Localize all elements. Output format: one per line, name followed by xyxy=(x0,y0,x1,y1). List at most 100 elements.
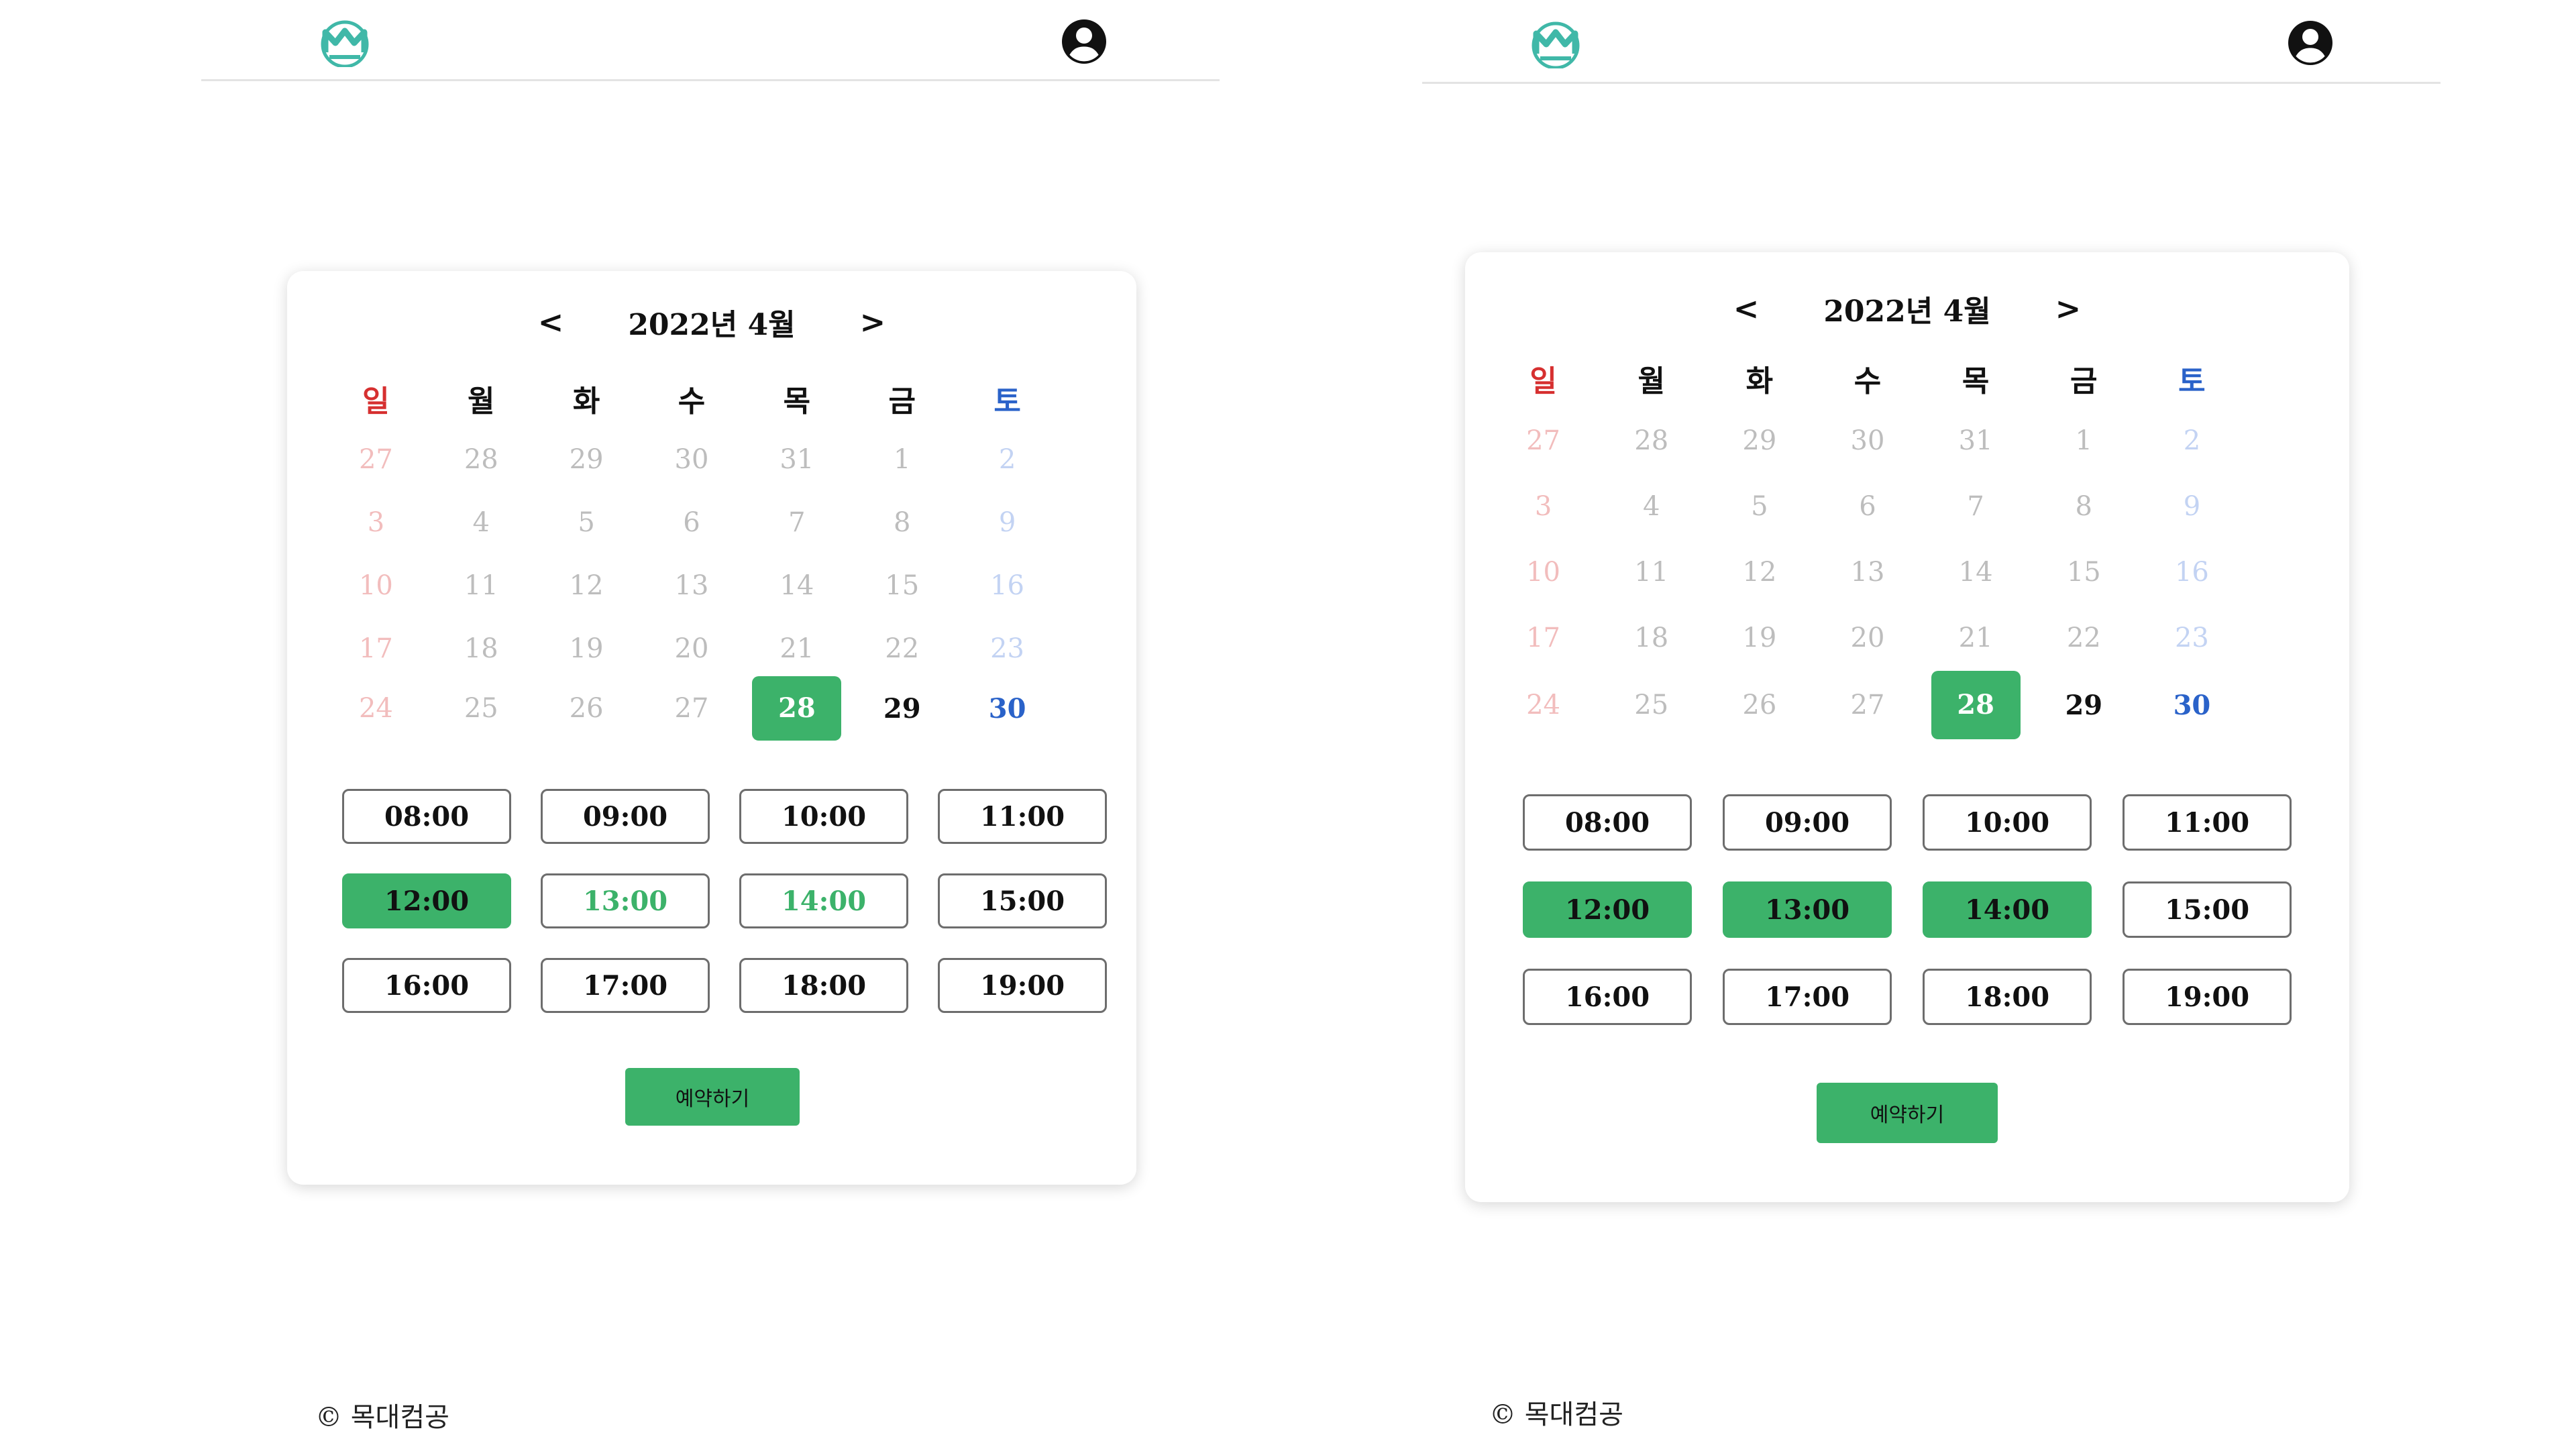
time-slot-button[interactable]: 10:00 xyxy=(1923,794,2092,851)
calendar-day: 25 xyxy=(1634,690,1669,720)
booking-screen-right: < 2022년 4월 > 일 월 화 수 목 금 토 27 28 29 30 3… xyxy=(1288,0,2576,1449)
time-slot-button[interactable]: 17:00 xyxy=(541,958,710,1013)
weekday-tue: 화 xyxy=(1746,364,1774,398)
time-slot-button[interactable]: 13:00 xyxy=(541,873,710,928)
calendar-day-available[interactable]: 29 xyxy=(849,693,955,724)
university-logo xyxy=(321,20,369,67)
calendar-day: 1 xyxy=(893,444,911,475)
calendar-week: 24 25 26 27 28 29 30 xyxy=(1489,671,2246,739)
calendar-day: 7 xyxy=(788,507,806,538)
weekday-fri: 금 xyxy=(888,384,916,419)
calendar-day: 21 xyxy=(780,633,814,664)
calendar-day: 18 xyxy=(1634,623,1669,653)
calendar-day-available[interactable]: 29 xyxy=(2030,690,2138,721)
calendar-day: 29 xyxy=(1742,425,1777,456)
calendar-day: 8 xyxy=(893,507,911,538)
calendar-day-available[interactable]: 30 xyxy=(955,693,1060,724)
weekday-fri: 금 xyxy=(2070,364,2098,398)
time-slot-button-selected[interactable]: 14:00 xyxy=(1923,881,2092,938)
calendar-week: 27 28 29 30 31 1 2 xyxy=(1489,425,2246,466)
next-month-button[interactable]: > xyxy=(843,304,904,340)
weekday-mon: 월 xyxy=(468,384,495,419)
calendar-day: 20 xyxy=(1850,623,1885,653)
reserve-button[interactable]: 예약하기 xyxy=(625,1068,800,1126)
calendar-day: 17 xyxy=(358,633,393,664)
time-slot-button-selected[interactable]: 13:00 xyxy=(1723,881,1892,938)
calendar-day: 4 xyxy=(1642,491,1660,522)
time-slot-button[interactable]: 19:00 xyxy=(938,958,1107,1013)
next-month-button[interactable]: > xyxy=(2038,290,2099,327)
calendar-week: 10 11 12 13 14 15 16 xyxy=(1489,557,2246,597)
header xyxy=(1422,0,2440,84)
user-account-icon[interactable] xyxy=(2286,19,2334,67)
calendar-day: 22 xyxy=(885,633,920,664)
month-navigation: < 2022년 4월 > xyxy=(1465,287,2349,330)
weekday-tue: 화 xyxy=(572,384,600,419)
calendar-week: 17 18 19 20 21 22 23 xyxy=(323,633,1060,674)
calendar-day: 11 xyxy=(1634,557,1669,588)
calendar-day: 19 xyxy=(1742,623,1777,653)
time-slot-button[interactable]: 16:00 xyxy=(342,958,511,1013)
calendar-day: 22 xyxy=(2066,623,2101,653)
weekday-header: 일 월 화 수 목 금 토 xyxy=(1489,357,2246,400)
time-slot-button[interactable]: 17:00 xyxy=(1723,969,1892,1025)
calendar-day: 10 xyxy=(358,570,393,601)
reserve-button[interactable]: 예약하기 xyxy=(1817,1083,1998,1143)
time-slot-button[interactable]: 14:00 xyxy=(739,873,908,928)
time-slot-button[interactable]: 19:00 xyxy=(2123,969,2292,1025)
header xyxy=(201,0,1220,81)
calendar-day: 27 xyxy=(1526,425,1561,456)
user-account-icon[interactable] xyxy=(1060,17,1108,66)
calendar-day: 23 xyxy=(990,633,1025,664)
calendar-day: 2 xyxy=(2183,425,2201,456)
calendar-week: 17 18 19 20 21 22 23 xyxy=(1489,623,2246,663)
calendar-day: 5 xyxy=(1751,491,1768,522)
calendar-day: 3 xyxy=(367,507,385,538)
weekday-thu: 목 xyxy=(783,384,811,419)
calendar-day-selected[interactable]: 28 xyxy=(752,676,842,741)
calendar-day: 24 xyxy=(1526,690,1561,720)
prev-month-button[interactable]: < xyxy=(1716,290,1777,327)
footer-copyright: © 목대컴공 xyxy=(1489,1399,1623,1430)
calendar-day: 21 xyxy=(1958,623,1993,653)
calendar-day: 9 xyxy=(998,507,1016,538)
calendar-day: 16 xyxy=(2174,557,2209,588)
calendar-day: 15 xyxy=(2066,557,2101,588)
time-slot-button[interactable]: 08:00 xyxy=(1523,794,1692,851)
weekday-wed: 수 xyxy=(678,384,706,419)
calendar-day: 8 xyxy=(2075,491,2092,522)
weekday-sun: 일 xyxy=(362,384,390,419)
time-slot-button[interactable]: 18:00 xyxy=(1923,969,2092,1025)
time-slot-button[interactable]: 09:00 xyxy=(541,789,710,844)
time-slot-button[interactable]: 15:00 xyxy=(938,873,1107,928)
calendar-day: 3 xyxy=(1534,491,1552,522)
calendar-week: 10 11 12 13 14 15 16 xyxy=(323,570,1060,610)
time-slot-button-selected[interactable]: 12:00 xyxy=(342,873,511,928)
time-slot-button[interactable]: 08:00 xyxy=(342,789,511,844)
calendar-day: 24 xyxy=(358,693,393,724)
calendar-day-selected[interactable]: 28 xyxy=(1931,671,2021,739)
time-slot-button[interactable]: 11:00 xyxy=(2123,794,2292,851)
calendar-day: 6 xyxy=(1859,491,1876,522)
calendar-title: 2022년 4월 xyxy=(1823,294,1991,329)
calendar-day: 13 xyxy=(1850,557,1885,588)
weekday-sun: 일 xyxy=(1529,364,1557,398)
calendar-day: 14 xyxy=(1958,557,1993,588)
weekday-sat: 토 xyxy=(2178,364,2206,398)
time-slot-button[interactable]: 09:00 xyxy=(1723,794,1892,851)
calendar-day-available[interactable]: 30 xyxy=(2138,690,2246,721)
calendar-day: 10 xyxy=(1526,557,1561,588)
time-slot-button[interactable]: 16:00 xyxy=(1523,969,1692,1025)
calendar-day: 17 xyxy=(1526,623,1561,653)
time-slot-button[interactable]: 10:00 xyxy=(739,789,908,844)
calendar-day: 7 xyxy=(1967,491,1984,522)
booking-screen-left: < 2022년 4월 > 일 월 화 수 목 금 토 27 28 29 30 3… xyxy=(0,0,1288,1449)
time-slot-button[interactable]: 15:00 xyxy=(2123,881,2292,938)
time-slot-button-selected[interactable]: 12:00 xyxy=(1523,881,1692,938)
time-slot-button[interactable]: 11:00 xyxy=(938,789,1107,844)
time-slot-button[interactable]: 18:00 xyxy=(739,958,908,1013)
prev-month-button[interactable]: < xyxy=(521,304,582,340)
reservation-card: < 2022년 4월 > 일 월 화 수 목 금 토 27 28 29 30 3… xyxy=(287,271,1136,1185)
calendar-day: 29 xyxy=(569,444,604,475)
calendar-day: 2 xyxy=(998,444,1016,475)
